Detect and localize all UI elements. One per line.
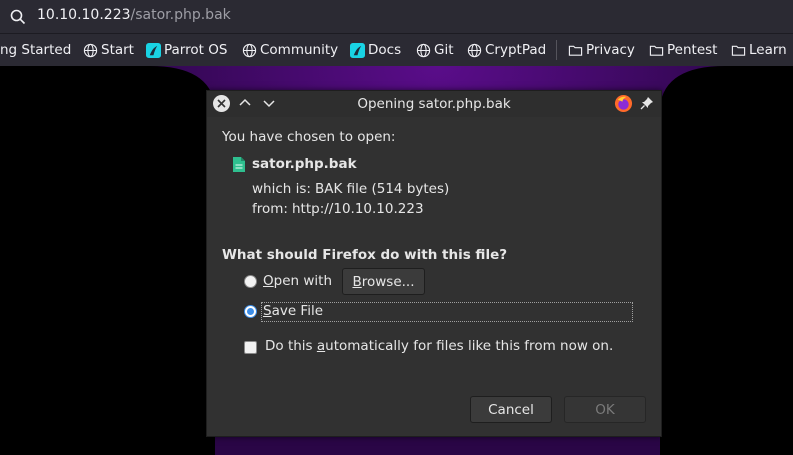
globe-icon <box>416 43 431 57</box>
auto-label[interactable]: Do this automatically for files like thi… <box>265 338 613 354</box>
firefox-icon <box>614 94 633 113</box>
bookmark-label: Git <box>434 42 454 58</box>
auto-checkbox[interactable] <box>244 341 257 354</box>
open-with-accel: O <box>263 273 274 289</box>
bookmarks-separator <box>556 40 557 60</box>
file-name: sator.php.bak <box>252 156 357 172</box>
bookmark-folder-privacy[interactable]: Privacy <box>568 34 635 66</box>
download-dialog: Opening sator.php.bak You have chosen to… <box>206 90 662 437</box>
folder-icon <box>731 45 746 56</box>
from-label: from: <box>252 201 288 217</box>
url-host: 10.10.10.223 <box>37 7 131 23</box>
bookmark-label: Parrot OS <box>164 42 228 58</box>
bookmark-getting-started[interactable]: ng Started <box>0 34 71 66</box>
bookmark-folder-learn[interactable]: Learn <box>731 34 787 66</box>
file-source: http://10.10.10.223 <box>292 201 424 217</box>
bookmark-label: Pentest <box>667 42 718 58</box>
save-file-label[interactable]: Save File <box>263 303 323 319</box>
file-icon <box>233 157 245 172</box>
question-text: What should Firefox do with this file? <box>222 247 508 263</box>
ok-button[interactable]: OK <box>564 396 646 423</box>
save-file-radio[interactable] <box>244 305 257 318</box>
browse-rest: rowse... <box>361 273 415 290</box>
globe-icon <box>83 43 98 57</box>
save-file-rest: ave File <box>271 303 324 319</box>
bookmark-parrot-os[interactable]: Parrot OS <box>146 34 227 66</box>
bookmark-label: Start <box>101 42 134 58</box>
bookmarks-toolbar: ng Started Start Parrot OS Community Doc… <box>0 34 793 66</box>
folder-icon <box>568 45 583 56</box>
bookmark-start[interactable]: Start <box>83 34 134 66</box>
dialog-title: Opening sator.php.bak <box>357 96 511 112</box>
browse-accel: B <box>352 273 362 290</box>
auto-accel: a <box>316 338 326 354</box>
globe-icon <box>242 43 257 57</box>
auto-pre: Do this <box>265 338 317 354</box>
bookmark-cryptpad[interactable]: CryptPad <box>467 34 546 66</box>
open-with-rest: pen with <box>273 273 333 289</box>
url-path: /sator.php.bak <box>130 7 231 23</box>
file-type: BAK file (514 bytes) <box>315 181 450 197</box>
open-with-label[interactable]: Open with <box>263 273 332 289</box>
parrot-icon <box>350 42 365 58</box>
globe-icon <box>467 43 482 57</box>
url-bar: 10.10.10.223/sator.php.bak <box>0 0 793 34</box>
bookmark-label: ng Started <box>0 42 72 58</box>
bookmark-docs[interactable]: Docs <box>350 34 401 66</box>
bookmark-label: Docs <box>368 42 402 58</box>
bookmark-folder-pentest[interactable]: Pentest <box>649 34 717 66</box>
parrot-icon <box>146 42 161 58</box>
folder-icon <box>649 45 664 56</box>
url-text: 10.10.10.223/sator.php.bak <box>37 7 231 23</box>
bookmark-git[interactable]: Git <box>416 34 454 66</box>
dialog-titlebar: Opening sator.php.bak <box>207 91 661 117</box>
which-is-label: which is: <box>252 181 311 197</box>
browse-button[interactable]: Browse... <box>342 268 425 295</box>
save-file-accel: S <box>263 303 272 319</box>
cancel-button[interactable]: Cancel <box>470 396 552 423</box>
url-input[interactable]: 10.10.10.223/sator.php.bak <box>0 0 793 33</box>
bookmark-label: CryptPad <box>485 42 547 58</box>
open-with-radio[interactable] <box>244 275 257 288</box>
bookmark-label: Learn <box>749 42 787 58</box>
pin-icon[interactable] <box>640 96 654 110</box>
intro-text: You have chosen to open: <box>222 129 396 145</box>
search-icon <box>10 9 26 25</box>
auto-rest: utomatically for files like this from no… <box>325 338 614 354</box>
bookmark-label: Community <box>260 42 339 58</box>
bookmark-community[interactable]: Community <box>242 34 338 66</box>
bookmark-label: Privacy <box>586 42 635 58</box>
